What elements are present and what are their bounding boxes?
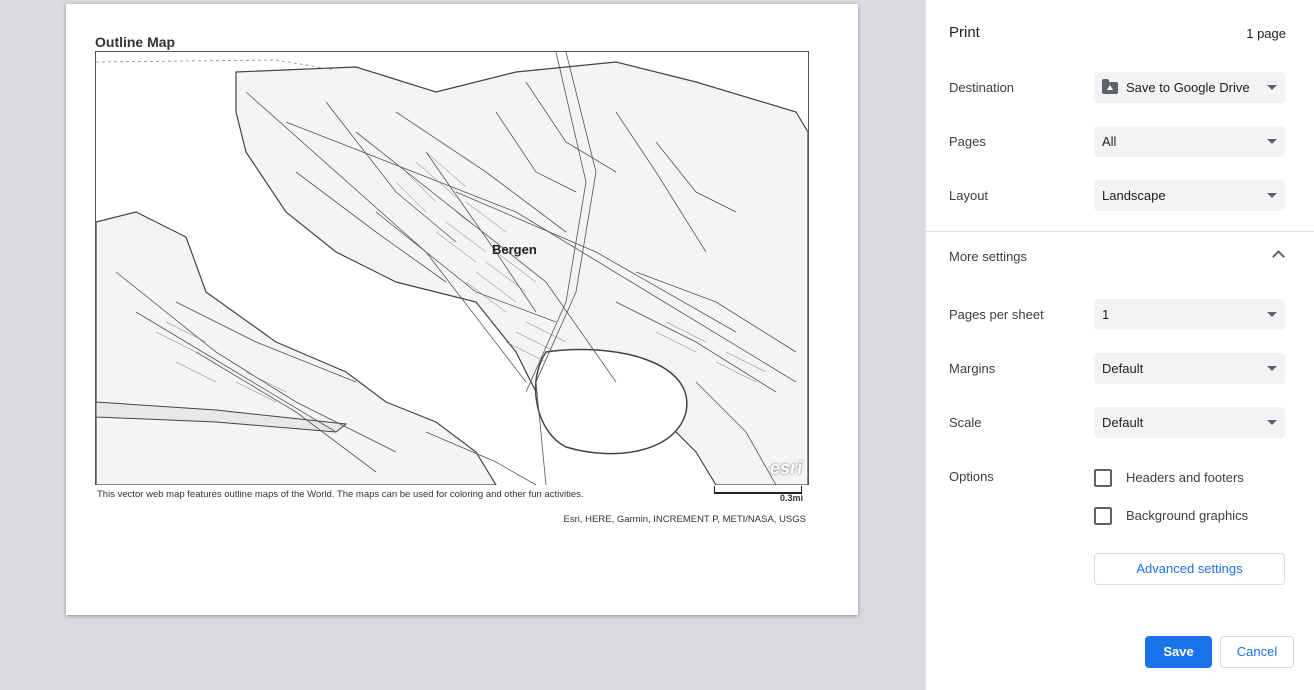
chevron-down-icon — [1267, 312, 1277, 317]
layout-value: Landscape — [1102, 188, 1166, 203]
scale-label-setting: Scale — [949, 415, 982, 430]
cancel-button[interactable]: Cancel — [1220, 636, 1294, 668]
esri-logo: esri — [769, 458, 802, 478]
map-description: This vector web map features outline map… — [97, 489, 584, 500]
chevron-down-icon — [1267, 193, 1277, 198]
map-image: Bergen esri — [95, 51, 809, 485]
pages-per-sheet-value: 1 — [1102, 307, 1110, 322]
print-preview-area: Outline Map Bergen esri This vector web … — [0, 0, 925, 690]
background-graphics-checkbox[interactable] — [1094, 507, 1112, 525]
pages-per-sheet-select[interactable]: 1 — [1094, 299, 1285, 330]
page-count: 1 page — [1246, 26, 1286, 41]
destination-value: Save to Google Drive — [1126, 80, 1250, 95]
city-label: Bergen — [492, 242, 537, 257]
options-label: Options — [949, 469, 994, 484]
pages-select[interactable]: All — [1094, 126, 1285, 157]
map-credits: Esri, HERE, Garmin, INCREMENT P, METI/NA… — [563, 514, 806, 525]
advanced-settings-button[interactable]: Advanced settings — [1094, 553, 1285, 585]
preview-page: Outline Map Bergen esri This vector web … — [66, 4, 858, 615]
chevron-down-icon — [1267, 85, 1277, 90]
headers-footers-label[interactable]: Headers and footers — [1126, 470, 1244, 485]
margins-label: Margins — [949, 361, 996, 376]
scale-value: Default — [1102, 415, 1144, 430]
pages-per-sheet-label: Pages per sheet — [949, 307, 1044, 322]
chevron-down-icon — [1267, 420, 1277, 425]
chevron-down-icon — [1267, 139, 1277, 144]
google-drive-icon — [1102, 78, 1118, 94]
background-graphics-label[interactable]: Background graphics — [1126, 508, 1248, 523]
destination-select[interactable]: Save to Google Drive — [1094, 72, 1285, 103]
panel-title: Print — [949, 24, 980, 41]
margins-select[interactable]: Default — [1094, 353, 1285, 384]
scale-label: 0.3mi — [780, 493, 804, 503]
more-settings-toggle[interactable]: More settings — [949, 249, 1027, 264]
layout-label: Layout — [949, 188, 989, 203]
destination-label: Destination — [949, 80, 1015, 95]
headers-footers-checkbox[interactable] — [1094, 469, 1112, 487]
outline-map-graphic: Bergen — [96, 52, 808, 485]
divider — [926, 231, 1314, 232]
scale-select[interactable]: Default — [1094, 407, 1285, 438]
chevron-up-icon[interactable] — [1272, 250, 1285, 263]
pages-label: Pages — [949, 134, 986, 149]
save-button[interactable]: Save — [1145, 636, 1212, 668]
chevron-down-icon — [1267, 366, 1277, 371]
margins-value: Default — [1102, 361, 1144, 376]
print-settings-panel: Print 1 page Destination Save to Google … — [925, 0, 1314, 690]
map-title: Outline Map — [95, 34, 176, 50]
layout-select[interactable]: Landscape — [1094, 180, 1285, 211]
pages-value: All — [1102, 134, 1117, 149]
